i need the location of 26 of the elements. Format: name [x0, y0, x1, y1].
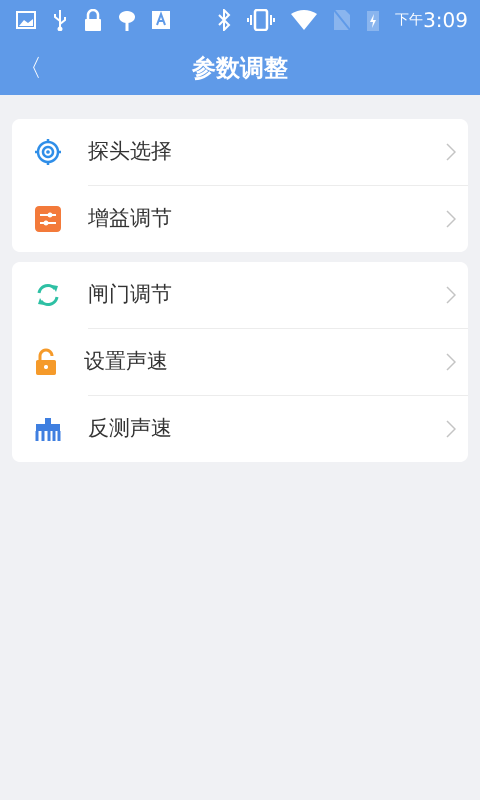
target-icon [34, 138, 62, 166]
sliders-icon [34, 205, 62, 233]
bluetooth-icon [217, 9, 232, 31]
clock: 3:09 [423, 7, 468, 34]
clock-period: 下午 [395, 10, 424, 30]
menu-item[interactable]: 设置声速 [12, 329, 468, 395]
menu-item[interactable]: 闸门调节 [12, 262, 468, 328]
chevron-icon [446, 286, 456, 304]
chevron-icon [446, 353, 456, 371]
padlock-icon [34, 348, 58, 376]
vibrate-icon [247, 9, 276, 31]
battery-icon [367, 9, 380, 31]
image-icon [16, 10, 36, 30]
comb-icon [34, 415, 62, 443]
font-icon [152, 11, 170, 29]
no-sim-icon [333, 9, 352, 31]
chevron-icon [446, 143, 456, 161]
chevron-icon [446, 210, 456, 228]
usb-icon [52, 9, 68, 31]
lock-icon [84, 9, 102, 31]
wifi-icon [291, 10, 318, 30]
menu-item[interactable]: 反测声速 [12, 396, 468, 462]
page-title: 参数调整 [192, 52, 288, 84]
menu-item[interactable]: 探头选择 [12, 119, 468, 185]
chevron-icon [446, 420, 456, 438]
menu-item[interactable]: 增益调节 [12, 186, 468, 252]
